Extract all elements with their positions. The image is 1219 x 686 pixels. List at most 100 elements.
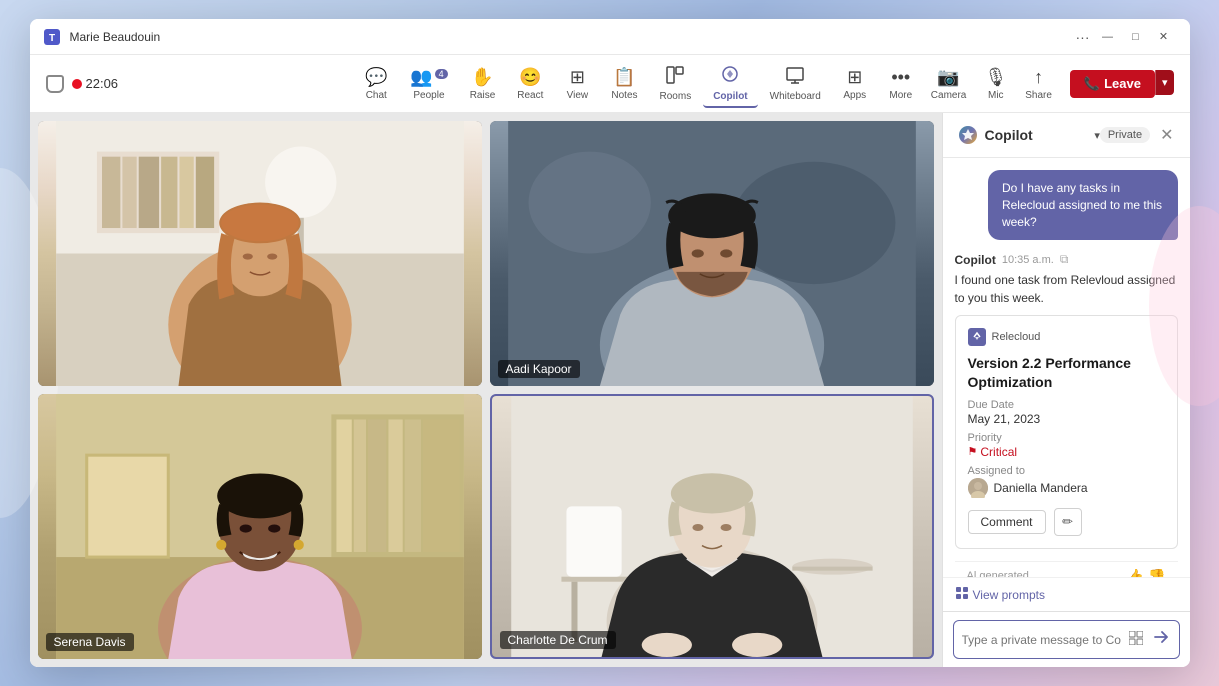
view-prompts-icon: [955, 586, 969, 603]
tool-copilot[interactable]: Copilot: [703, 60, 757, 108]
assignee-avatar: [968, 478, 988, 498]
rooms-icon: [666, 66, 684, 89]
priority-flag-icon: ⚑: [968, 445, 978, 458]
tool-people[interactable]: 👥4 People: [400, 63, 457, 105]
copilot-toolbar-label: Copilot: [713, 91, 747, 102]
notes-icon: 📋: [613, 67, 635, 88]
people-label: People: [413, 90, 444, 101]
rooms-label: Rooms: [660, 91, 692, 102]
view-prompts-row[interactable]: View prompts: [943, 577, 1190, 611]
tool-rooms[interactable]: Rooms: [650, 62, 702, 106]
priority-text: Critical: [980, 445, 1017, 459]
minimize-button[interactable]: —: [1094, 25, 1122, 49]
toolbar-center: 💬 Chat 👥4 People ✋ Raise 😊 React ⊞ View …: [354, 60, 923, 108]
send-button[interactable]: [1151, 627, 1171, 652]
maximize-button[interactable]: □: [1122, 25, 1150, 49]
copy-icon[interactable]: ⧉: [1060, 252, 1069, 267]
react-icon: 😊: [519, 67, 541, 88]
ai-generated-label: Al generated: [967, 570, 1029, 577]
feedback-buttons: 👍 👎: [1127, 568, 1166, 577]
private-badge: Private: [1100, 127, 1150, 143]
due-date-value: May 21, 2023: [968, 412, 1165, 426]
tool-apps[interactable]: ⊞ Apps: [833, 63, 877, 105]
shield-icon: [46, 75, 64, 93]
user-message-bubble: Do I have any tasks in Relecloud assigne…: [988, 170, 1178, 240]
input-row: [953, 620, 1180, 659]
view-label: View: [567, 90, 589, 101]
participant-label-3: Serena Davis: [46, 633, 134, 651]
timer-display: 22:06: [86, 76, 119, 91]
table-icon-button[interactable]: [1127, 629, 1145, 650]
share-icon: ↑: [1034, 67, 1043, 88]
edit-icon: ✏: [1062, 514, 1073, 530]
bot-time: 10:35 a.m.: [1002, 254, 1054, 266]
thumbup-button[interactable]: 👍: [1127, 568, 1144, 577]
chat-label: Chat: [366, 90, 387, 101]
tool-view[interactable]: ⊞ View: [555, 63, 599, 105]
recording-indicator: 22:06: [72, 76, 119, 91]
thumbdown-button[interactable]: 👎: [1148, 568, 1165, 577]
bot-meta: Copilot 10:35 a.m. ⧉: [955, 252, 1178, 267]
view-icon: ⊞: [570, 67, 585, 88]
due-date-field: Due Date May 21, 2023: [968, 399, 1165, 426]
leave-caret-button[interactable]: ▾: [1155, 70, 1174, 95]
input-area: [943, 611, 1190, 667]
camera-label: Camera: [931, 90, 967, 101]
copilot-messages: Do I have any tasks in Relecloud assigne…: [943, 158, 1190, 577]
titlebar-title: Marie Beaudouin: [70, 30, 1076, 44]
apps-label: Apps: [843, 90, 866, 101]
svg-text:T: T: [48, 33, 54, 44]
raise-label: Raise: [470, 90, 496, 101]
copilot-header: Copilot ▾ Private ✕: [943, 113, 1190, 158]
video-grid: Aadi Kapoor: [30, 113, 942, 667]
people-icon: 👥4: [410, 67, 447, 88]
copilot-title: Copilot: [985, 127, 1093, 143]
people-badge: 4: [435, 69, 448, 79]
assigned-label: Assigned to: [968, 465, 1165, 477]
ai-generated-row: Al generated 👍 👎: [955, 561, 1178, 577]
tool-raise[interactable]: ✋ Raise: [460, 63, 506, 105]
bot-text: I found one task from Relevloud assigned…: [955, 271, 1178, 307]
view-prompts-label: View prompts: [973, 588, 1045, 602]
share-button[interactable]: ↑ Share: [1017, 63, 1060, 105]
tool-chat[interactable]: 💬 Chat: [354, 63, 398, 105]
relecloud-name: Relecloud: [992, 331, 1041, 343]
participant-label-4: Charlotte De Crum: [500, 631, 616, 649]
tool-whiteboard[interactable]: Whiteboard: [760, 62, 831, 106]
due-date-label: Due Date: [968, 399, 1165, 411]
task-title: Version 2.2 Performance Optimization: [968, 354, 1165, 390]
close-button[interactable]: ✕: [1150, 25, 1178, 49]
notes-label: Notes: [611, 90, 637, 101]
leave-group: 📞 Leave ▾: [1062, 70, 1174, 98]
apps-icon: ⊞: [847, 67, 862, 88]
more-label: More: [889, 90, 912, 101]
react-label: React: [517, 90, 543, 101]
camera-button[interactable]: 📷 Camera: [923, 63, 975, 105]
more-icon: •••: [891, 67, 910, 88]
whiteboard-icon: [786, 66, 804, 89]
assignee-name: Daniella Mandera: [994, 481, 1088, 495]
toolbar: 22:06 💬 Chat 👥4 People ✋ Raise 😊 React ⊞: [30, 55, 1190, 113]
tool-react[interactable]: 😊 React: [507, 63, 553, 105]
chat-input[interactable]: [962, 633, 1121, 647]
main-content: Aadi Kapoor: [30, 113, 1190, 667]
priority-field: Priority ⚑ Critical: [968, 432, 1165, 459]
mic-label: Mic: [988, 90, 1004, 101]
whiteboard-label: Whiteboard: [770, 91, 821, 102]
video-cell-4: Charlotte De Crum: [490, 394, 934, 659]
mic-button[interactable]: 🎙 Mic: [976, 63, 1015, 105]
priority-label: Priority: [968, 432, 1165, 444]
titlebar: T Marie Beaudouin ··· — □ ✕: [30, 19, 1190, 55]
bot-message: Copilot 10:35 a.m. ⧉ I found one task fr…: [955, 252, 1178, 548]
tool-notes[interactable]: 📋 Notes: [601, 63, 647, 105]
video-cell-1: [38, 121, 482, 386]
edit-button[interactable]: ✏: [1054, 508, 1082, 536]
toolbar-right: 📷 Camera 🎙 Mic ↑ Share 📞 Leave ▾: [923, 63, 1174, 105]
record-dot: [72, 79, 82, 89]
copilot-panel: Copilot ▾ Private ✕ Do I have any tasks …: [942, 113, 1190, 667]
tool-more[interactable]: ••• More: [879, 63, 923, 105]
copilot-close-button[interactable]: ✕: [1158, 123, 1175, 147]
titlebar-more-icon: ···: [1076, 29, 1090, 45]
comment-button[interactable]: Comment: [968, 510, 1046, 534]
leave-button[interactable]: 📞 Leave: [1070, 70, 1155, 98]
